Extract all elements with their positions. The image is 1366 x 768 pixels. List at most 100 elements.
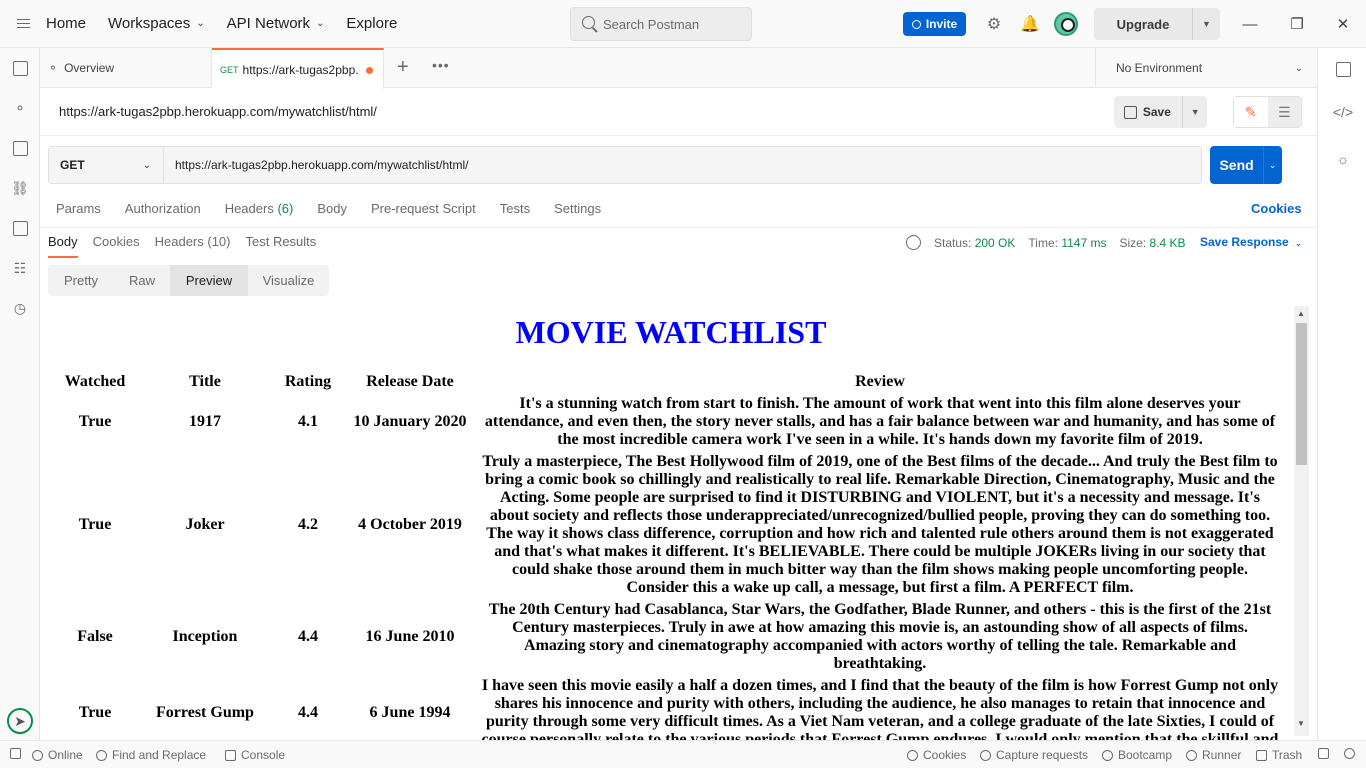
runner-label: Runner bbox=[1202, 748, 1242, 762]
flows-icon[interactable]: ☷ bbox=[11, 259, 29, 277]
cell-title: Inception bbox=[172, 628, 238, 645]
tab-authorization[interactable]: Authorization bbox=[125, 201, 201, 219]
console-label: Console bbox=[241, 748, 286, 762]
scroll-up-icon[interactable]: ▲ bbox=[1297, 309, 1305, 318]
preview-scrollbar[interactable]: ▲ ▼ bbox=[1294, 306, 1309, 736]
runner-button[interactable]: Runner bbox=[1186, 748, 1241, 762]
status-value[interactable]: 200 OK bbox=[975, 236, 1016, 250]
monitors-icon[interactable] bbox=[11, 219, 29, 237]
online-status[interactable]: Online bbox=[32, 748, 83, 762]
console-button[interactable]: Console bbox=[225, 748, 285, 762]
invite-button[interactable]: Invite bbox=[903, 12, 966, 36]
chevron-down-icon: ⌄ bbox=[142, 159, 151, 171]
more-tabs-icon[interactable]: ••• bbox=[432, 57, 450, 73]
history-icon[interactable]: ◷ bbox=[11, 299, 29, 317]
tab-request[interactable]: GET https://ark-tugas2pbp. bbox=[212, 48, 384, 89]
save-button[interactable]: Save ▼ bbox=[1114, 96, 1207, 128]
layout-icon[interactable] bbox=[10, 748, 26, 759]
apis-icon[interactable]: ⚬ bbox=[11, 99, 29, 117]
environment-select[interactable]: No Environment ⌄ bbox=[1095, 48, 1317, 88]
send-button[interactable]: Send ⌄ bbox=[1210, 146, 1282, 184]
save-response-label: Save Response bbox=[1200, 235, 1289, 249]
tab-tests[interactable]: Tests bbox=[500, 201, 530, 219]
nav-api-network[interactable]: API Network ⌄ bbox=[227, 15, 325, 32]
minimize-icon[interactable]: — bbox=[1240, 14, 1260, 34]
tab-settings[interactable]: Settings bbox=[554, 201, 601, 219]
edit-icon[interactable]: ✎ bbox=[1234, 97, 1268, 127]
tab-overview[interactable]: ⚬ Overview bbox=[40, 48, 212, 88]
chevron-down-icon[interactable]: ▼ bbox=[1183, 107, 1207, 117]
cell-watched: False bbox=[77, 628, 113, 645]
nav-explore[interactable]: Explore bbox=[346, 15, 397, 32]
collections-icon[interactable] bbox=[11, 59, 29, 77]
search-placeholder: Search Postman bbox=[603, 16, 700, 32]
resp-tab-headers[interactable]: Headers (10) bbox=[155, 234, 231, 258]
chevron-down-icon: ⌄ bbox=[316, 18, 325, 29]
time-value[interactable]: 1147 ms bbox=[1061, 236, 1106, 250]
scrollbar-thumb[interactable] bbox=[1296, 323, 1307, 465]
tab-label: Params bbox=[56, 201, 101, 216]
tab-label: Settings bbox=[554, 201, 602, 216]
resp-tab-test-results[interactable]: Test Results bbox=[245, 234, 316, 258]
search-input[interactable]: Search Postman bbox=[570, 7, 752, 41]
menu-icon[interactable] bbox=[0, 0, 46, 48]
tab-label: Headers bbox=[224, 201, 274, 216]
code-icon[interactable]: </> bbox=[1333, 103, 1353, 121]
resp-tab-cookies[interactable]: Cookies bbox=[93, 234, 140, 258]
column-header: Rating bbox=[284, 373, 332, 390]
close-icon[interactable]: ✕ bbox=[1333, 14, 1353, 34]
scroll-down-icon[interactable]: ▼ bbox=[1297, 719, 1305, 728]
size-value[interactable]: 8.4 KB bbox=[1149, 236, 1185, 250]
unsaved-dot-icon bbox=[366, 67, 373, 74]
tab-body[interactable]: Body bbox=[317, 201, 347, 219]
view-pretty[interactable]: Pretty bbox=[48, 265, 114, 296]
resp-tab-body[interactable]: Body bbox=[48, 234, 78, 258]
settings-icon[interactable]: ⚙ bbox=[984, 14, 1004, 34]
save-response-button[interactable]: Save Response ⌄ bbox=[1200, 235, 1302, 249]
new-tab-button[interactable]: + bbox=[397, 56, 409, 79]
tab-pre-request-script[interactable]: Pre-request Script bbox=[371, 201, 476, 219]
maximize-icon[interactable]: ❐ bbox=[1287, 14, 1307, 34]
trash-label: Trash bbox=[1272, 748, 1303, 762]
bulb-icon[interactable]: ☼ bbox=[1334, 150, 1352, 168]
nav-workspaces-label: Workspaces bbox=[108, 15, 191, 32]
comment-icon[interactable]: ☰ bbox=[1267, 97, 1301, 127]
cookies-button[interactable]: Cookies bbox=[907, 748, 966, 762]
tab-headers[interactable]: Headers (6) bbox=[225, 201, 294, 219]
tab-params[interactable]: Params bbox=[56, 201, 101, 219]
runner-icon bbox=[1186, 749, 1197, 761]
find-replace-button[interactable]: Find and Replace bbox=[96, 748, 206, 762]
response-meta: Status: 200 OK Time: 1147 ms Size: 8.4 K… bbox=[906, 235, 1186, 250]
view-visualize[interactable]: Visualize bbox=[248, 265, 329, 296]
nav-workspaces[interactable]: Workspaces ⌄ bbox=[108, 15, 205, 32]
trash-button[interactable]: Trash bbox=[1256, 748, 1302, 762]
cookies-link[interactable]: Cookies bbox=[1251, 201, 1302, 216]
view-preview[interactable]: Preview bbox=[170, 265, 248, 296]
chevron-down-icon[interactable]: ▼ bbox=[1193, 19, 1220, 29]
two-pane-icon[interactable] bbox=[1318, 748, 1334, 759]
cell-rating: 4.4 bbox=[298, 704, 318, 721]
request-title[interactable]: https://ark-tugas2pbp.herokuapp.com/mywa… bbox=[59, 104, 377, 119]
globe-icon[interactable] bbox=[906, 235, 921, 250]
response-preview: MOVIE WATCHLIST Watched Title Rating Rel… bbox=[48, 306, 1294, 740]
nav-home[interactable]: Home bbox=[46, 15, 86, 32]
upgrade-button[interactable]: Upgrade ▼ bbox=[1094, 8, 1220, 40]
documentation-icon[interactable] bbox=[1334, 60, 1352, 78]
method-select[interactable]: GET ⌄ bbox=[48, 146, 164, 184]
bell-icon[interactable]: 🔔 bbox=[1020, 14, 1040, 34]
help-icon[interactable] bbox=[1344, 748, 1360, 759]
avatar[interactable] bbox=[1054, 12, 1078, 36]
capture-requests-button[interactable]: Capture requests bbox=[980, 748, 1088, 762]
chevron-down-icon[interactable]: ⌄ bbox=[1263, 160, 1282, 171]
online-label: Online bbox=[48, 748, 83, 762]
rocket-icon[interactable]: ➤ bbox=[7, 708, 33, 734]
search-icon bbox=[582, 16, 595, 29]
table-row: True Joker 4.2 4 October 2019 Truly a ma… bbox=[56, 452, 1280, 598]
url-input[interactable]: https://ark-tugas2pbp.herokuapp.com/mywa… bbox=[164, 146, 1202, 184]
mock-servers-icon[interactable]: ⛓ bbox=[11, 179, 29, 197]
size-label: Size: bbox=[1119, 235, 1147, 250]
bootcamp-button[interactable]: Bootcamp bbox=[1102, 748, 1172, 762]
view-raw[interactable]: Raw bbox=[114, 265, 170, 296]
time-label: Time: bbox=[1028, 235, 1058, 250]
environments-icon[interactable] bbox=[11, 139, 29, 157]
